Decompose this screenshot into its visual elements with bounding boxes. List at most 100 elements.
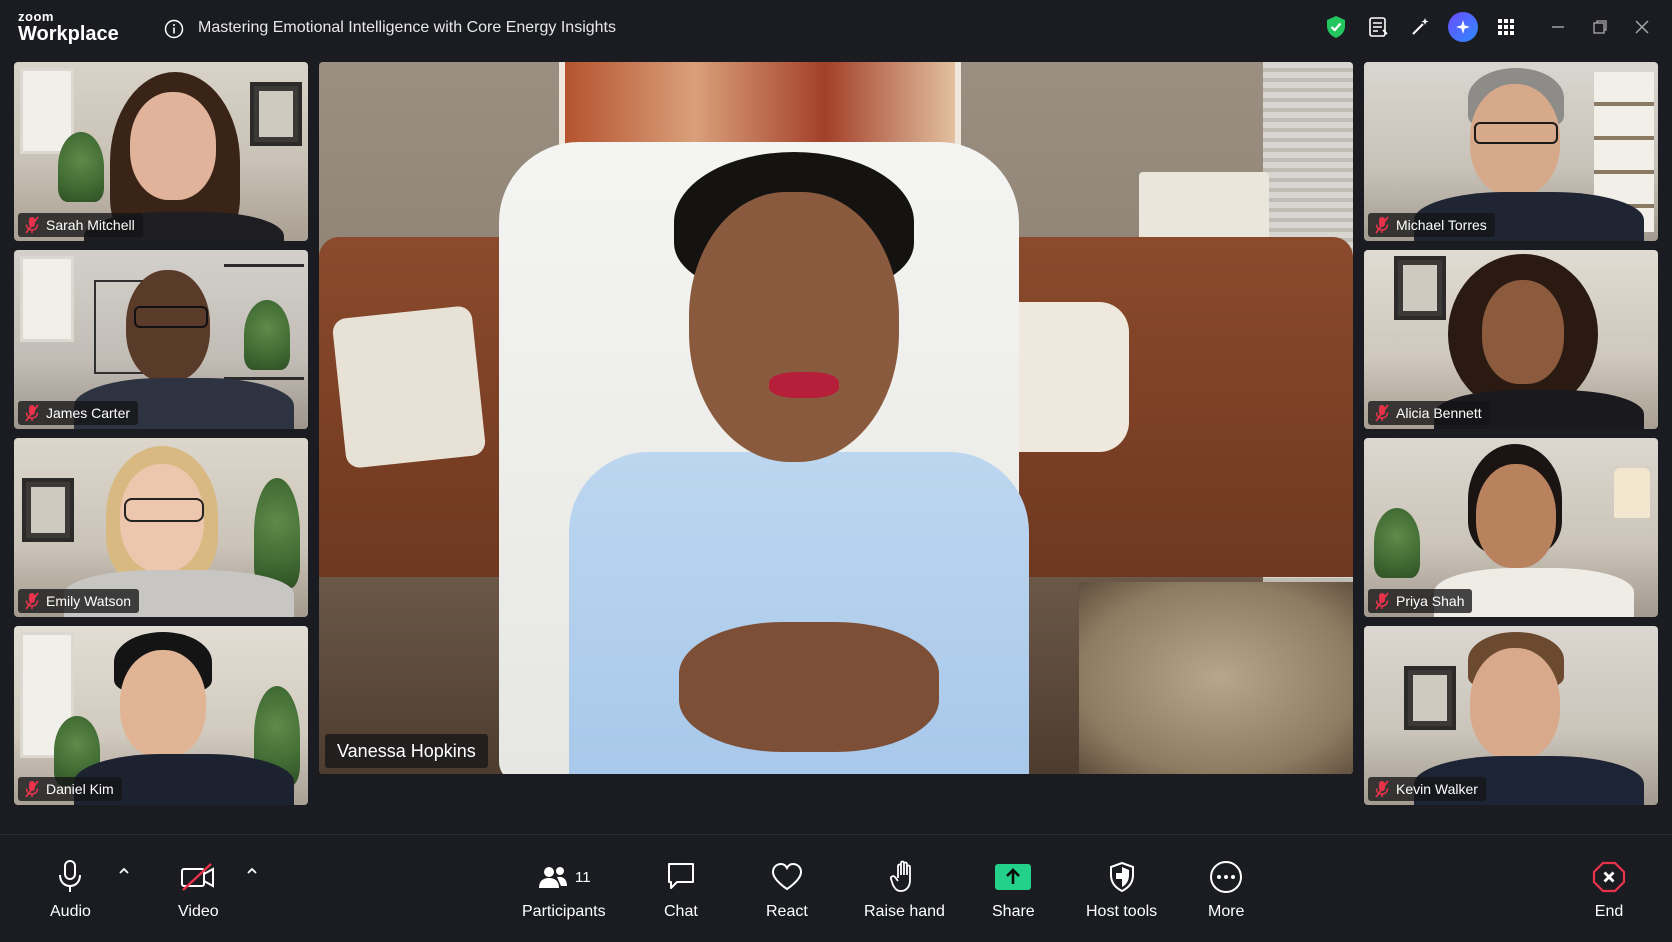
end-icon <box>1592 857 1626 897</box>
brand-bottom: Workplace <box>18 23 119 45</box>
end-label: End <box>1594 903 1624 920</box>
react-label: React <box>766 903 808 920</box>
participant-nametag: Daniel Kim <box>18 777 122 801</box>
host-tools-label: Host tools <box>1086 903 1158 920</box>
restore-icon[interactable] <box>1586 13 1614 41</box>
participant-name: Priya Shah <box>1396 593 1465 609</box>
brand-top: zoom <box>18 9 54 24</box>
participant-tile-alicia[interactable]: Alicia Bennett <box>1364 250 1658 429</box>
microphone-icon <box>57 857 83 897</box>
plant-decor <box>58 132 104 202</box>
participant-tile-james[interactable]: James Carter <box>14 250 308 429</box>
participant-tile-sarah[interactable]: Sarah Mitchell <box>14 62 308 241</box>
glasses-decor <box>134 306 208 328</box>
participant-tile-priya[interactable]: Priya Shah <box>1364 438 1658 617</box>
minimize-icon[interactable] <box>1544 13 1572 41</box>
mic-muted-icon <box>25 216 39 234</box>
participant-face <box>120 650 206 758</box>
audio-button[interactable]: Audio <box>50 857 91 921</box>
plant-decor <box>1374 508 1420 578</box>
share-screen-icon <box>994 857 1032 897</box>
host-shield-icon <box>1108 857 1136 897</box>
wall-art <box>1394 256 1446 320</box>
close-icon[interactable] <box>1628 13 1656 41</box>
plant-decor <box>244 300 290 370</box>
participant-name: Alicia Bennett <box>1396 405 1482 421</box>
raise-hand-button[interactable]: Raise hand <box>864 857 945 921</box>
glasses-decor <box>124 498 204 522</box>
meeting-toolbar: Audio Video 11 Participants Chat React R… <box>0 834 1672 942</box>
title-bar: zoom Workplace Mastering Emotional Intel… <box>0 0 1672 58</box>
mic-muted-icon <box>1375 780 1389 798</box>
more-label: More <box>1208 903 1245 920</box>
sofa-pillow <box>331 305 487 469</box>
more-button[interactable]: More <box>1208 857 1244 921</box>
info-icon[interactable] <box>164 19 184 39</box>
shield-check-icon[interactable] <box>1322 13 1350 41</box>
wand-icon[interactable] <box>1406 13 1434 41</box>
speaker-name: Vanessa Hopkins <box>337 740 476 761</box>
active-speaker-video[interactable]: Vanessa Hopkins <box>319 62 1353 774</box>
video-label: Video <box>178 903 219 920</box>
participant-tile-emily[interactable]: Emily Watson <box>14 438 308 617</box>
mic-muted-icon <box>1375 216 1389 234</box>
host-tools-button[interactable]: Host tools <box>1086 857 1157 921</box>
chat-button[interactable]: Chat <box>664 857 698 921</box>
wall-art <box>250 82 302 146</box>
participant-nametag: Kevin Walker <box>1368 777 1486 801</box>
participants-label: Participants <box>522 903 606 920</box>
participant-nametag: Emily Watson <box>18 589 140 613</box>
participants-button[interactable]: 11 Participants <box>522 857 606 921</box>
participant-nametag: Priya Shah <box>1368 589 1473 613</box>
speaker-lips <box>769 372 839 398</box>
participant-face <box>130 92 216 200</box>
chat-label: Chat <box>664 903 698 920</box>
more-dots-icon <box>1209 857 1243 897</box>
heart-icon <box>770 857 804 897</box>
participant-name: Daniel Kim <box>46 781 114 797</box>
glasses-decor <box>1474 122 1558 144</box>
mic-muted-icon <box>25 592 39 610</box>
audio-label: Audio <box>50 903 91 920</box>
mic-muted-icon <box>25 780 39 798</box>
speaker-hands <box>679 622 939 752</box>
participant-tile-daniel[interactable]: Daniel Kim <box>14 626 308 805</box>
participants-count: 11 <box>575 868 591 886</box>
participant-nametag: Michael Torres <box>1368 213 1495 237</box>
ai-companion-icon[interactable] <box>1448 12 1478 42</box>
wall-art <box>22 478 74 542</box>
zoom-workplace-logo: zoom Workplace <box>18 10 119 44</box>
participants-icon: 11 <box>537 857 591 897</box>
video-off-icon <box>180 857 216 897</box>
mic-muted-icon <box>25 404 39 422</box>
participant-face <box>1476 464 1556 568</box>
rug <box>1079 582 1353 774</box>
participant-face <box>1482 280 1564 384</box>
speaker-face <box>689 192 899 462</box>
meeting-title: Mastering Emotional Intelligence with Co… <box>198 19 616 36</box>
window-decor <box>20 256 74 342</box>
participant-name: Sarah Mitchell <box>46 217 135 233</box>
video-button[interactable]: Video <box>178 857 219 921</box>
share-button[interactable]: Share <box>992 857 1035 921</box>
participant-nametag: James Carter <box>18 401 139 425</box>
participant-name: Michael Torres <box>1396 217 1487 233</box>
chat-icon <box>665 857 697 897</box>
notes-icon[interactable] <box>1364 13 1392 41</box>
react-button[interactable]: React <box>766 857 808 921</box>
mic-muted-icon <box>1375 592 1389 610</box>
mic-muted-icon <box>1375 404 1389 422</box>
participant-tile-kevin[interactable]: Kevin Walker <box>1364 626 1658 805</box>
participant-name: James Carter <box>46 405 131 421</box>
participant-face <box>1470 648 1560 760</box>
audio-options-chevron-icon[interactable] <box>116 863 132 879</box>
participant-nametag: Alicia Bennett <box>1368 401 1490 425</box>
apps-grid-icon[interactable] <box>1492 13 1520 41</box>
speaker-nametag: Vanessa Hopkins <box>325 734 488 768</box>
participant-name: Kevin Walker <box>1396 781 1478 797</box>
plant-decor <box>254 478 300 588</box>
video-options-chevron-icon[interactable] <box>244 863 260 879</box>
participant-nametag: Sarah Mitchell <box>18 213 143 237</box>
end-meeting-button[interactable]: End <box>1592 857 1626 921</box>
participant-tile-michael[interactable]: Michael Torres <box>1364 62 1658 241</box>
